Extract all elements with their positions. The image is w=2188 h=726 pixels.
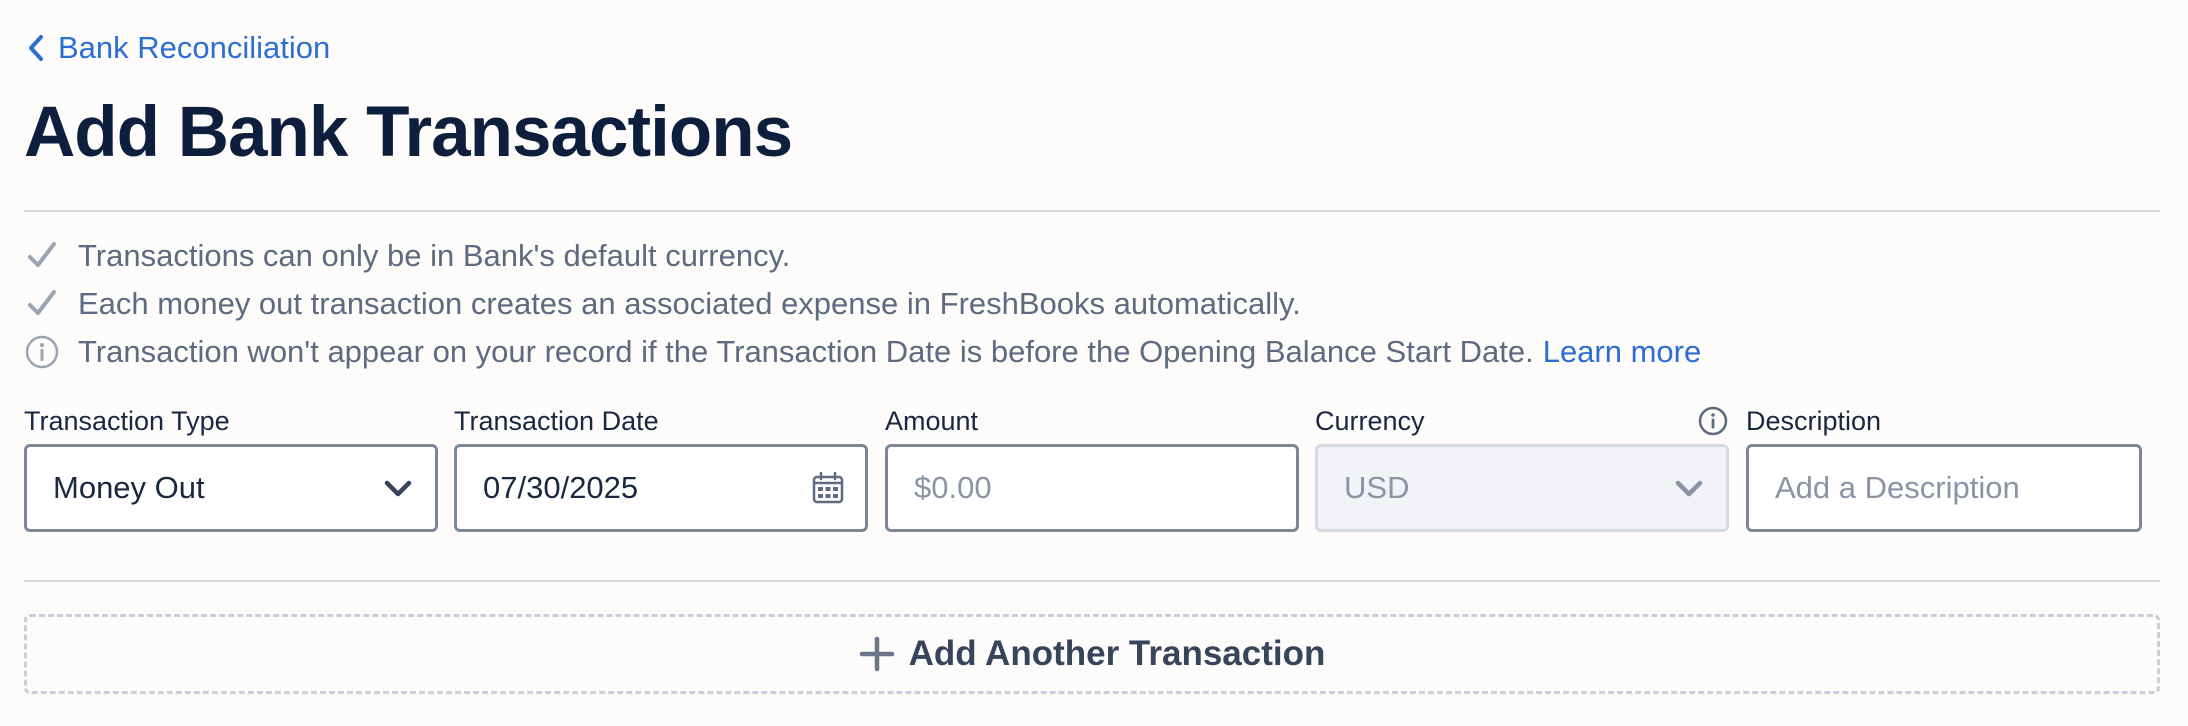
amount-field: Amount $0.00: [885, 400, 1299, 532]
plus-icon: [859, 636, 894, 672]
note-text: Transactions can only be in Bank's defau…: [78, 238, 791, 273]
note-text: Each money out transaction creates an as…: [78, 286, 1301, 321]
transaction-date-label: Transaction Date: [454, 406, 659, 436]
transaction-type-select[interactable]: Money Out: [24, 444, 438, 532]
info-icon: [25, 335, 59, 369]
amount-input[interactable]: $0.00: [885, 444, 1299, 532]
divider: [24, 580, 2160, 582]
breadcrumb[interactable]: Bank Reconciliation: [28, 30, 330, 66]
currency-field: Currency USD: [1315, 400, 1729, 532]
add-another-transaction-button[interactable]: Add Another Transaction: [24, 614, 2160, 694]
calendar-icon[interactable]: [811, 471, 845, 505]
learn-more-link[interactable]: Learn more: [1543, 334, 1702, 370]
page-title: Add Bank Transactions: [24, 93, 793, 172]
breadcrumb-label[interactable]: Bank Reconciliation: [58, 30, 330, 66]
note-text: Transaction won't appear on your record …: [78, 334, 1534, 369]
transaction-type-value: Money Out: [53, 470, 205, 505]
currency-label: Currency: [1315, 406, 1425, 436]
description-input[interactable]: Add a Description: [1746, 444, 2142, 532]
note-currency: Transactions can only be in Bank's defau…: [24, 232, 2160, 280]
description-label: Description: [1746, 406, 1882, 436]
divider: [24, 210, 2160, 212]
chevron-left-icon: [29, 35, 43, 61]
currency-select[interactable]: USD: [1315, 444, 1729, 532]
transaction-type-field: Transaction Type Money Out: [24, 400, 438, 532]
transaction-row: Transaction Type Money Out Transaction D…: [24, 400, 2160, 532]
page: Bank Reconciliation Add Bank Transaction…: [0, 0, 2188, 726]
note-date-warning: Transaction won't appear on your record …: [24, 328, 2160, 376]
note-expense: Each money out transaction creates an as…: [24, 280, 2160, 328]
chevron-down-icon: [384, 480, 412, 497]
transaction-date-value: 07/30/2025: [483, 470, 639, 505]
add-another-label: Add Another Transaction: [908, 634, 1326, 673]
check-icon: [28, 290, 56, 315]
info-icon[interactable]: [1697, 405, 1729, 437]
currency-value: USD: [1344, 470, 1410, 505]
chevron-down-icon: [1675, 480, 1703, 497]
description-placeholder: Add a Description: [1775, 470, 2020, 505]
amount-label: Amount: [885, 406, 979, 436]
check-icon: [28, 242, 56, 267]
description-field: Description Add a Description: [1746, 400, 2160, 532]
notes-list: Transactions can only be in Bank's defau…: [24, 232, 2160, 376]
transaction-date-field: Transaction Date 07/30/2025: [454, 400, 868, 532]
transaction-type-label: Transaction Type: [24, 406, 230, 436]
amount-placeholder: $0.00: [914, 470, 992, 505]
transaction-date-input[interactable]: 07/30/2025: [454, 444, 868, 532]
